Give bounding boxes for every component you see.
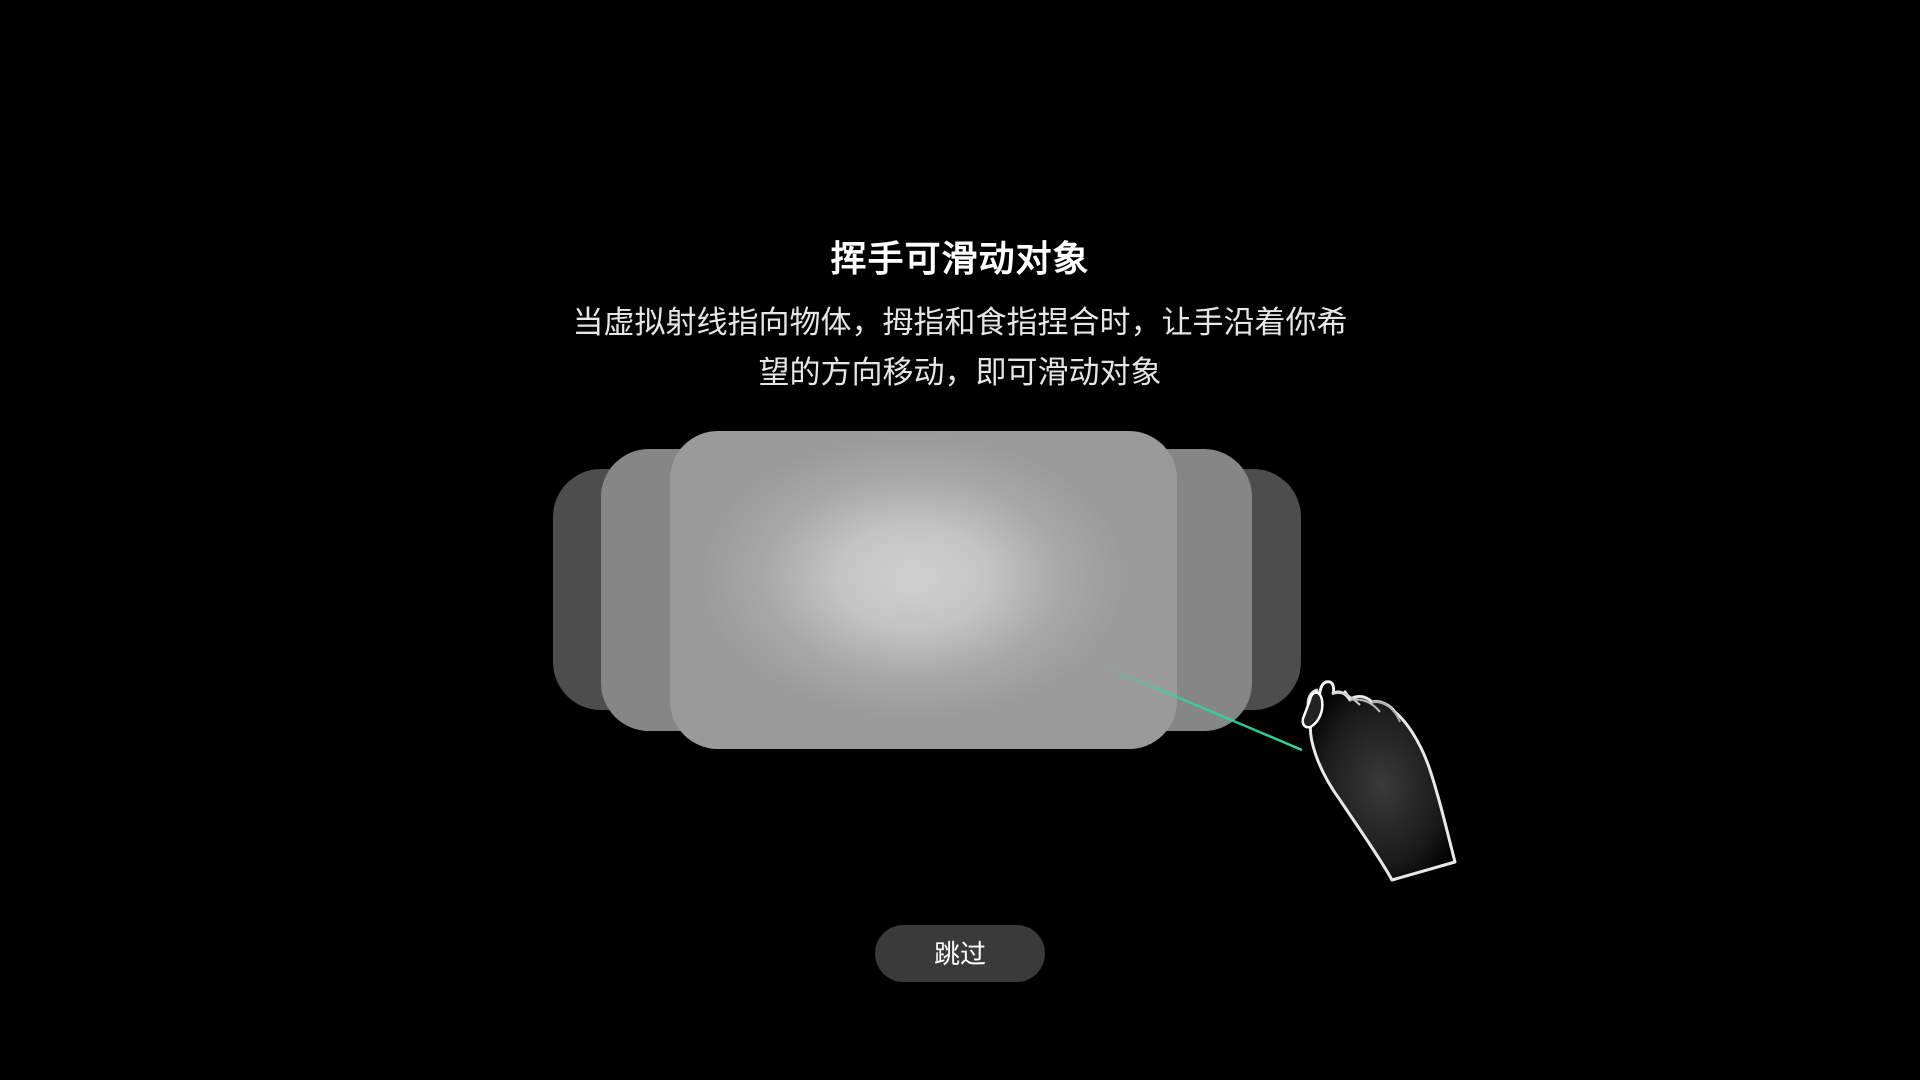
pinch-hand-icon	[1301, 680, 1457, 882]
gesture-tutorial-screen: 挥手可滑动对象 当虚拟射线指向物体，拇指和食指捏合时，让手沿着你希 望的方向移动…	[0, 0, 1920, 1080]
virtual-ray	[1089, 658, 1303, 752]
skip-button[interactable]: 跳过	[875, 925, 1045, 982]
swipe-illustration	[0, 0, 1920, 1080]
ray-and-hand	[1089, 658, 1457, 882]
